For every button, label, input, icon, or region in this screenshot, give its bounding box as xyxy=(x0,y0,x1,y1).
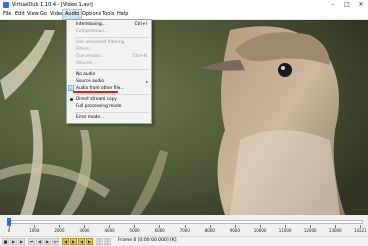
menu-item-label: Interleaving... xyxy=(76,22,106,27)
menu-item-label: No audio xyxy=(76,72,96,77)
title-bar: VirtualDub 1.10.4 - [Video 1.avi] – □ ✕ xyxy=(0,0,368,10)
timeline-tick-label: 10000 xyxy=(253,228,267,233)
timeline: 0 1000 2000 3000 4000 5000 6000 7000 8000 9000 100… xyxy=(0,215,368,236)
menu-item-filters[interactable]: Filters... xyxy=(67,46,151,53)
menu-item-shortcut: Ctrl+N xyxy=(132,54,147,59)
menu-file[interactable]: File xyxy=(1,10,13,19)
stop-button[interactable]: ■ xyxy=(2,238,9,245)
mark-out-button[interactable]: ] xyxy=(104,238,111,245)
menu-item-volume[interactable]: Volume... xyxy=(67,60,151,67)
menu-item-full-processing[interactable]: Full processing mode xyxy=(67,103,151,110)
menu-item-interleaving[interactable]: Interleaving... Ctrl+I xyxy=(67,21,151,28)
timeline-tick-label: 12000 xyxy=(303,228,317,233)
timeline-tick-label: 1000 xyxy=(29,228,40,233)
menu-item-label: Volume... xyxy=(76,61,97,66)
menu-item-label: Direct stream copy xyxy=(76,97,117,102)
app-icon xyxy=(3,2,9,8)
menu-item-source-audio[interactable]: Source audio ▸ xyxy=(67,78,151,85)
menu-item-label: Filters... xyxy=(76,47,93,52)
menu-item-shortcut: Ctrl+I xyxy=(134,22,147,27)
menu-item-label: Conversion... xyxy=(76,54,105,59)
play-output-button[interactable]: ▶ xyxy=(18,238,25,245)
go-start-button[interactable]: ⏮ xyxy=(28,238,35,245)
menu-separator xyxy=(75,94,149,95)
frame-status: Frame 0 [0:00:00.000] [K] xyxy=(118,238,177,243)
timeline-tick-label: 0 xyxy=(7,228,11,233)
maximize-icon[interactable]: □ xyxy=(340,0,354,10)
red-underline-annotation xyxy=(73,91,118,93)
prev-frame-button[interactable]: ◀ xyxy=(36,238,43,245)
go-end-button[interactable]: ⏭ xyxy=(52,238,59,245)
prev-keyframe-button[interactable]: ◀ xyxy=(62,238,69,245)
menu-item-direct-stream-copy[interactable]: Direct stream copy xyxy=(67,96,151,103)
menu-bar: File Edit View Go Video Audio Options To… xyxy=(0,9,368,20)
timeline-tick-label: 6000 xyxy=(154,228,165,233)
menu-separator xyxy=(75,112,149,113)
timeline-tick-label: 2000 xyxy=(54,228,65,233)
timeline-tick-label: 4000 xyxy=(104,228,115,233)
submenu-arrow-icon: ▸ xyxy=(145,79,148,84)
menu-item-error-mode[interactable]: Error mode... xyxy=(67,114,151,121)
menu-separator xyxy=(75,37,149,38)
timeline-track[interactable] xyxy=(8,220,363,224)
timeline-tick-label: 14221 xyxy=(354,228,367,233)
scene-forward-button[interactable]: ▶ xyxy=(86,238,93,245)
minimize-icon[interactable]: – xyxy=(326,0,340,10)
menu-item-conversion[interactable]: Conversion... Ctrl+N xyxy=(67,53,151,60)
menu-item-advanced-filtering[interactable]: Use advanced filtering xyxy=(67,39,151,46)
radio-bullet-icon xyxy=(70,98,73,101)
next-keyframe-button[interactable]: ▶ xyxy=(70,238,77,245)
audio-menu-dropdown: Interleaving... Ctrl+I Compression... Us… xyxy=(66,19,152,124)
timeline-tick-label: 9000 xyxy=(229,228,241,233)
timeline-tick-label: 3000 xyxy=(79,228,90,233)
menu-item-no-audio[interactable]: No audio xyxy=(67,71,151,78)
timeline-tick-label: 7000 xyxy=(179,228,190,233)
menu-item-label: Source audio xyxy=(76,79,105,84)
menu-item-label: Error mode... xyxy=(76,115,105,120)
play-input-button[interactable]: ▶ xyxy=(10,238,17,245)
bird-video-image xyxy=(0,20,368,215)
timeline-tick-label: 11000 xyxy=(278,228,292,233)
menu-separator xyxy=(75,69,149,70)
menu-item-label: Compression... xyxy=(76,29,108,34)
next-frame-button[interactable]: ▶ xyxy=(44,238,51,245)
mark-in-button[interactable]: [ xyxy=(96,238,103,245)
timeline-tick-label: 13000 xyxy=(328,228,342,233)
timeline-tick-label: 5000 xyxy=(129,228,140,233)
window-title: VirtualDub 1.10.4 - [Video 1.avi] xyxy=(12,2,93,8)
close-icon[interactable]: ✕ xyxy=(354,0,368,10)
timeline-tick-label: 8000 xyxy=(204,228,215,233)
scene-back-button[interactable]: ◀ xyxy=(78,238,85,245)
video-frame xyxy=(0,20,368,215)
menu-tools[interactable]: Tools xyxy=(100,10,116,19)
menu-help[interactable]: Help xyxy=(115,10,130,19)
menu-item-compression[interactable]: Compression... xyxy=(67,28,151,35)
menu-item-label: Use advanced filtering xyxy=(76,40,125,45)
menu-item-label: Full processing mode xyxy=(76,104,122,109)
menu-audio[interactable]: Audio xyxy=(61,9,83,20)
